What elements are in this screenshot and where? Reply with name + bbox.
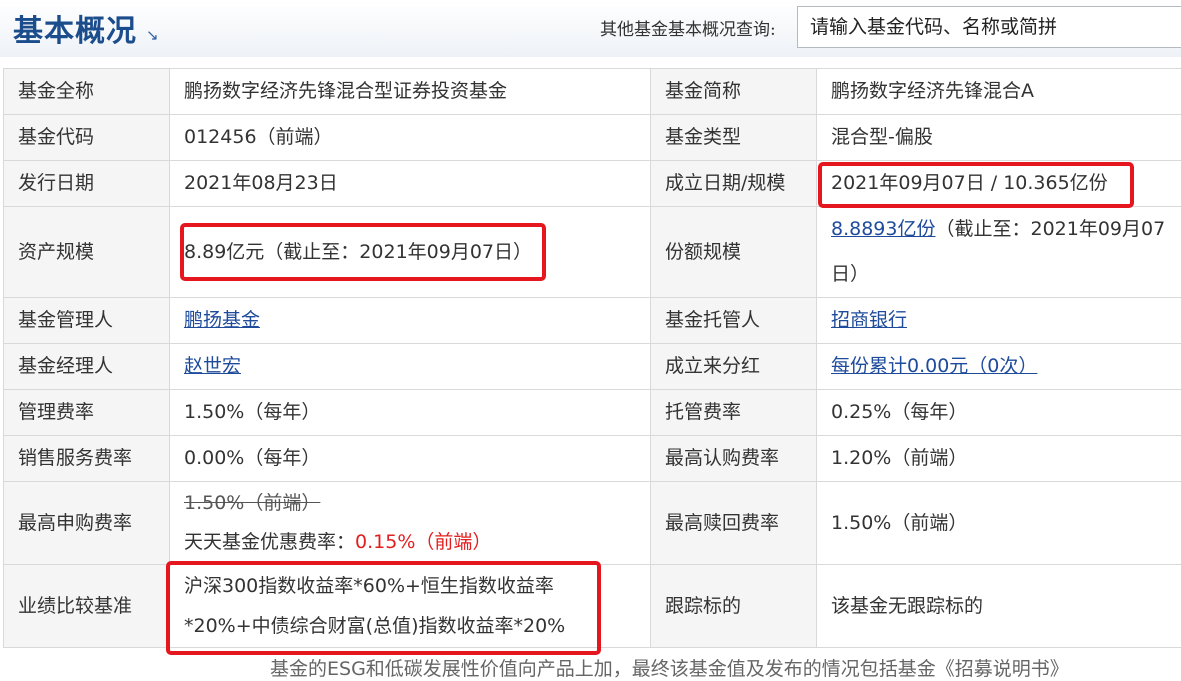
- benchmark-label: 业绩比较基准: [4, 565, 170, 648]
- mgmt-fee-label: 管理费率: [4, 390, 170, 436]
- full-name-value: 鹏扬数字经济先锋混合型证券投资基金: [170, 69, 651, 115]
- custody-fee-value: 0.25%（每年）: [817, 390, 1181, 436]
- custodian-link[interactable]: 招商银行: [831, 309, 907, 331]
- dividend-link[interactable]: 每份累计0.00元（0次）: [831, 355, 1037, 377]
- type-value: 混合型-偏股: [817, 115, 1181, 161]
- original-fee: 1.50%（前端）: [184, 484, 636, 522]
- footer-note: 基金的ESG和低碳发展性价值向产品上加，最终该基金值及发布的情况包括基金《招募说…: [270, 654, 1069, 681]
- table-row: 发行日期 2021年08月23日 成立日期/规模 2021年09月07日 / 1…: [4, 161, 1181, 207]
- issue-date-value: 2021年08月23日: [170, 161, 651, 207]
- code-label: 基金代码: [4, 115, 170, 161]
- discount-label: 天天基金优惠费率：: [184, 531, 355, 553]
- custodian-value: 招商银行: [817, 298, 1181, 344]
- shares-label: 份额规模: [651, 207, 817, 298]
- manager-co-value: 鹏扬基金: [170, 298, 651, 344]
- tracking-label: 跟踪标的: [651, 565, 817, 648]
- issue-date-label: 发行日期: [4, 161, 170, 207]
- table-row: 基金管理人 鹏扬基金 基金托管人 招商银行: [4, 298, 1181, 344]
- benchmark-value: 沪深300指数收益率*60%+恒生指数收益率 *20%+中债综合财富(总值)指数…: [170, 565, 651, 648]
- table-row: 业绩比较基准 沪深300指数收益率*60%+恒生指数收益率 *20%+中债综合财…: [4, 565, 1181, 648]
- type-label: 基金类型: [651, 115, 817, 161]
- expand-arrow-icon[interactable]: ↘: [146, 26, 159, 44]
- page-title: 基本概况: [13, 6, 137, 50]
- manager-co-link[interactable]: 鹏扬基金: [184, 309, 260, 331]
- benchmark-line1: 沪深300指数收益率*60%+恒生指数收益率: [184, 566, 636, 606]
- tracking-value: 该基金无跟踪标的: [817, 565, 1181, 648]
- assets-value: 8.89亿元（截止至：2021年09月07日）: [170, 207, 651, 298]
- table-row: 销售服务费率 0.00%（每年） 最高认购费率 1.20%（前端）: [4, 436, 1181, 482]
- table-row: 基金全称 鹏扬数字经济先锋混合型证券投资基金 基金简称 鹏扬数字经济先锋混合A: [4, 69, 1181, 115]
- table-row: 最高申购费率 1.50%（前端） 天天基金优惠费率：0.15%（前端） 最高赎回…: [4, 482, 1181, 565]
- max-redeem-fee-label: 最高赎回费率: [651, 482, 817, 565]
- max-purchase-fee-label: 最高申购费率: [4, 482, 170, 565]
- fund-search-input[interactable]: [797, 6, 1181, 48]
- short-name-label: 基金简称: [651, 69, 817, 115]
- code-value: 012456（前端）: [170, 115, 651, 161]
- discount-value: 0.15%（前端）: [355, 531, 491, 553]
- dividend-value: 每份累计0.00元（0次）: [817, 344, 1181, 390]
- discount-fee: 天天基金优惠费率：0.15%（前端）: [184, 522, 636, 562]
- manager-co-label: 基金管理人: [4, 298, 170, 344]
- sales-fee-value: 0.00%（每年）: [170, 436, 651, 482]
- mgmt-fee-value: 1.50%（每年）: [170, 390, 651, 436]
- benchmark-line2: *20%+中债综合财富(总值)指数收益率*20%: [184, 606, 636, 646]
- max-sub-fee-label: 最高认购费率: [651, 436, 817, 482]
- shares-link[interactable]: 8.8893亿份: [831, 218, 935, 240]
- custodian-label: 基金托管人: [651, 298, 817, 344]
- table-row: 资产规模 8.89亿元（截止至：2021年09月07日） 份额规模 8.8893…: [4, 207, 1181, 298]
- search-label: 其他基金基本概况查询:: [600, 15, 776, 40]
- fund-info-table: 基金全称 鹏扬数字经济先锋混合型证券投资基金 基金简称 鹏扬数字经济先锋混合A …: [3, 68, 1181, 648]
- table-row: 基金代码 012456（前端） 基金类型 混合型-偏股: [4, 115, 1181, 161]
- manager-value: 赵世宏: [170, 344, 651, 390]
- max-purchase-fee-value: 1.50%（前端） 天天基金优惠费率：0.15%（前端）: [170, 482, 651, 565]
- short-name-value: 鹏扬数字经济先锋混合A: [817, 69, 1181, 115]
- shares-value: 8.8893亿份（截止至：2021年09月07日）: [817, 207, 1181, 298]
- max-redeem-fee-value: 1.50%（前端）: [817, 482, 1181, 565]
- table-row: 基金经理人 赵世宏 成立来分红 每份累计0.00元（0次）: [4, 344, 1181, 390]
- page-header: 基本概况 ↘ 其他基金基本概况查询:: [0, 0, 1181, 57]
- assets-label: 资产规模: [4, 207, 170, 298]
- full-name-label: 基金全称: [4, 69, 170, 115]
- sales-fee-label: 销售服务费率: [4, 436, 170, 482]
- establish-value: 2021年09月07日 / 10.365亿份: [817, 161, 1181, 207]
- manager-link[interactable]: 赵世宏: [184, 355, 241, 377]
- table-row: 管理费率 1.50%（每年） 托管费率 0.25%（每年）: [4, 390, 1181, 436]
- establish-label: 成立日期/规模: [651, 161, 817, 207]
- max-sub-fee-value: 1.20%（前端）: [817, 436, 1181, 482]
- dividend-label: 成立来分红: [651, 344, 817, 390]
- manager-label: 基金经理人: [4, 344, 170, 390]
- custody-fee-label: 托管费率: [651, 390, 817, 436]
